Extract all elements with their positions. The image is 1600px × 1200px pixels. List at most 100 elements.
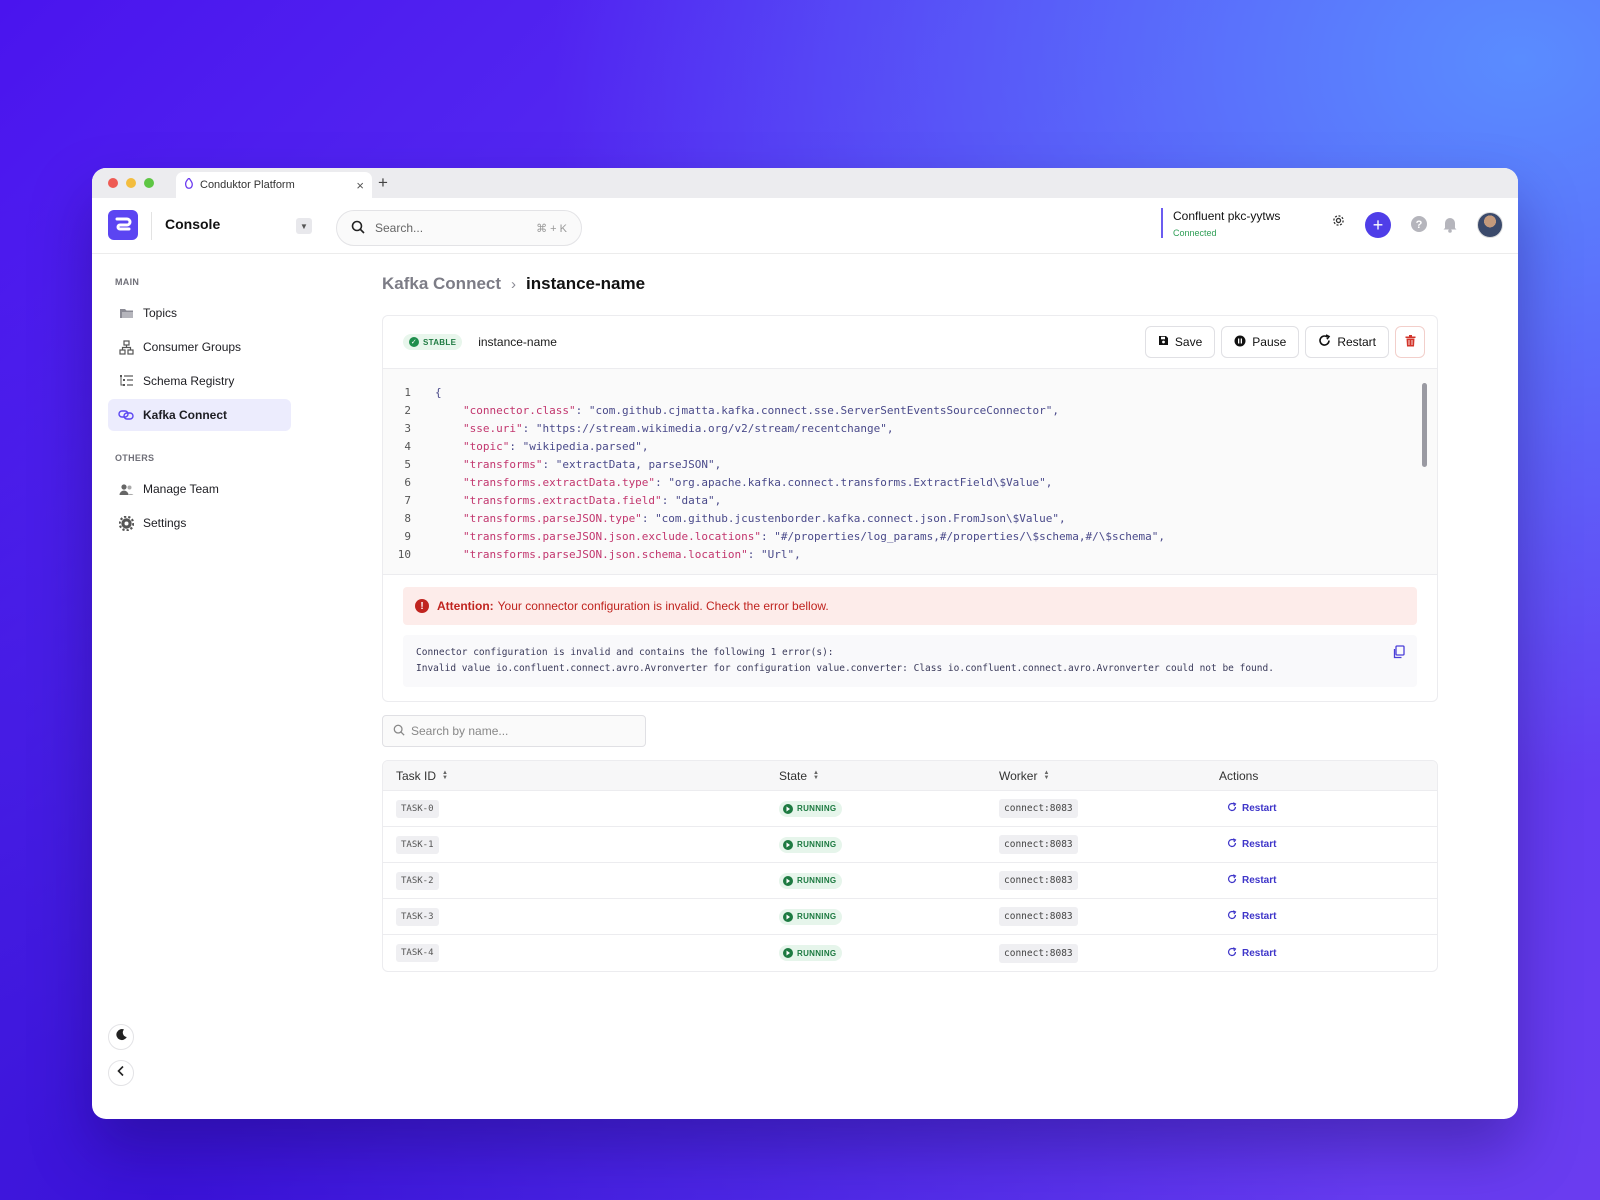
avatar[interactable] [1477, 212, 1503, 238]
table-row: TASK-4 RUNNING connect:8083 Restart [383, 935, 1437, 971]
worker-address: connect:8083 [999, 835, 1078, 854]
save-icon [1158, 335, 1169, 349]
minimize-window-button[interactable] [126, 178, 136, 188]
task-search-placeholder: Search by name... [411, 724, 509, 738]
chevron-left-icon [116, 1064, 126, 1082]
restart-task-button[interactable]: Restart [1227, 946, 1276, 960]
config-separator: : [761, 529, 775, 543]
delete-button[interactable] [1395, 326, 1425, 358]
state-badge: RUNNING [779, 800, 843, 817]
config-key: "sse.uri" [463, 421, 523, 435]
maximize-window-button[interactable] [144, 178, 154, 188]
line-number: 3 [404, 421, 411, 435]
restart-task-button[interactable]: Restart [1227, 838, 1276, 851]
code-line[interactable]: 1{ [383, 383, 1437, 401]
pause-button[interactable]: Pause [1221, 326, 1300, 358]
line-number: 2 [404, 403, 411, 417]
column-header-task-id[interactable]: Task ID ▲ ▼ [383, 769, 779, 783]
play-icon [783, 839, 793, 850]
sort-icon[interactable]: ▲ ▼ [1043, 770, 1049, 781]
code-line[interactable]: 4 "topic": "wikipedia.parsed", [383, 437, 1437, 455]
code-text: "transforms.parseJSON.json.exclude.locat… [463, 530, 1165, 543]
config-value: "com.github.jcustenborder.kafka.connect.… [655, 511, 1066, 525]
copy-icon[interactable] [1392, 645, 1405, 665]
sidebar-item-label: Manage Team [143, 482, 219, 496]
code-line[interactable]: 9 "transforms.parseJSON.json.exclude.loca… [383, 527, 1437, 545]
sidebar-item-schema-registry[interactable]: Schema Registry [108, 365, 291, 397]
config-key: "topic" [463, 439, 510, 453]
restart-icon [1227, 838, 1237, 851]
config-separator: : [655, 475, 669, 489]
column-header-state[interactable]: State ▲ ▼ [779, 769, 999, 783]
column-header-worker[interactable]: Worker ▲ ▼ [999, 769, 1219, 783]
error-details: Connector configuration is invalid and c… [403, 635, 1417, 687]
conduktor-logo[interactable] [108, 210, 138, 240]
sidebar-item-kafka-connect[interactable]: Kafka Connect [108, 399, 291, 431]
task-search-input[interactable]: Search by name... [382, 715, 646, 747]
table-row: TASK-1 RUNNING connect:8083 Restart [383, 827, 1437, 863]
code-line[interactable]: 2 "connector.class": "com.github.cjmatta.… [383, 401, 1437, 419]
code-line[interactable]: 10 "transforms.parseJSON.json.schema.loca… [383, 545, 1437, 563]
check-icon: ✓ [409, 337, 419, 347]
close-window-button[interactable] [108, 178, 118, 188]
team-icon [118, 481, 134, 497]
tasks-table: Task ID ▲ ▼ State ▲ ▼ Worker ▲ ▼ Actions TA… [382, 760, 1438, 972]
moon-icon [115, 1028, 128, 1046]
restart-task-button[interactable]: Restart [1227, 874, 1276, 887]
sidebar-item-settings[interactable]: Settings [108, 507, 291, 539]
global-search-input[interactable]: Search... ⌘ + K [336, 210, 582, 246]
config-separator: : [661, 493, 675, 507]
config-value: "com.github.cjmatta.kafka.connect.sse.Se… [588, 403, 1060, 417]
sidebar-item-consumer-groups[interactable]: Consumer Groups [108, 331, 291, 363]
restart-icon [1227, 874, 1237, 887]
schema-icon [118, 373, 134, 389]
restart-task-button[interactable]: Restart [1227, 910, 1276, 923]
cluster-status: Connected [1173, 228, 1217, 238]
config-key: "transforms.extractData.field" [463, 493, 662, 507]
theme-toggle-button[interactable] [108, 1024, 134, 1050]
code-line[interactable]: 8 "transforms.parseJSON.type": "com.githu… [383, 509, 1437, 527]
settings-icon[interactable] [1332, 214, 1345, 227]
editor-scrollbar[interactable] [1422, 383, 1427, 467]
config-separator: : [747, 547, 762, 561]
table-row: TASK-2 RUNNING connect:8083 Restart [383, 863, 1437, 899]
code-line[interactable]: 5 "transforms": "extractData, parseJSON", [383, 455, 1437, 473]
browser-tab[interactable]: Conduktor Platform × [176, 172, 372, 198]
restart-button-label: Restart [1337, 335, 1376, 349]
state-label: RUNNING [797, 912, 837, 921]
alert-message: Your connector configuration is invalid.… [497, 599, 829, 613]
restart-task-button[interactable]: Restart [1227, 802, 1276, 815]
config-key: "transforms.parseJSON.json.schema.locati… [463, 547, 748, 561]
line-number: 10 [397, 547, 411, 561]
app-window: Conduktor Platform × + Console ▼ Search.… [92, 168, 1518, 1119]
table-header: Task ID ▲ ▼ State ▲ ▼ Worker ▲ ▼ Actions [383, 761, 1437, 791]
config-value: "org.apache.kafka.connect.transforms.Ext… [668, 475, 1053, 489]
help-icon[interactable]: ? [1410, 215, 1428, 233]
line-number: 5 [404, 457, 411, 471]
add-button[interactable]: + [1365, 212, 1391, 238]
sort-icon[interactable]: ▲ ▼ [813, 770, 819, 781]
restart-button[interactable]: Restart [1305, 326, 1389, 358]
bell-icon[interactable] [1442, 215, 1458, 233]
code-line[interactable]: 7 "transforms.extractData.field": "data", [383, 491, 1437, 509]
line-number: 4 [404, 439, 411, 453]
task-id: TASK-4 [396, 944, 439, 962]
config-code-editor[interactable]: 1{2 "connector.class": "com.github.cjmatt… [383, 369, 1437, 575]
sort-icon[interactable]: ▲ ▼ [442, 770, 448, 781]
header-divider [151, 212, 152, 240]
sidebar-item-manage-team[interactable]: Manage Team [108, 473, 291, 505]
breadcrumb-parent-link[interactable]: Kafka Connect [382, 274, 501, 294]
play-icon [783, 948, 793, 958]
column-header-label: Task ID [396, 768, 437, 783]
collapse-sidebar-button[interactable] [108, 1060, 134, 1086]
code-line[interactable]: 6 "transforms.extractData.type": "org.apa… [383, 473, 1437, 491]
sidebar-item-topics[interactable]: Topics [108, 297, 291, 329]
restart-icon [1227, 910, 1237, 923]
save-button[interactable]: Save [1144, 326, 1216, 358]
chevron-down-icon[interactable]: ▼ [296, 218, 312, 234]
cluster-selector[interactable]: Confluent pkc-yytws Connected [1161, 208, 1280, 238]
groups-icon [118, 339, 134, 355]
new-tab-button[interactable]: + [378, 173, 388, 193]
close-tab-icon[interactable]: × [356, 178, 364, 193]
code-line[interactable]: 3 "sse.uri": "https://stream.wikimedia.or… [383, 419, 1437, 437]
